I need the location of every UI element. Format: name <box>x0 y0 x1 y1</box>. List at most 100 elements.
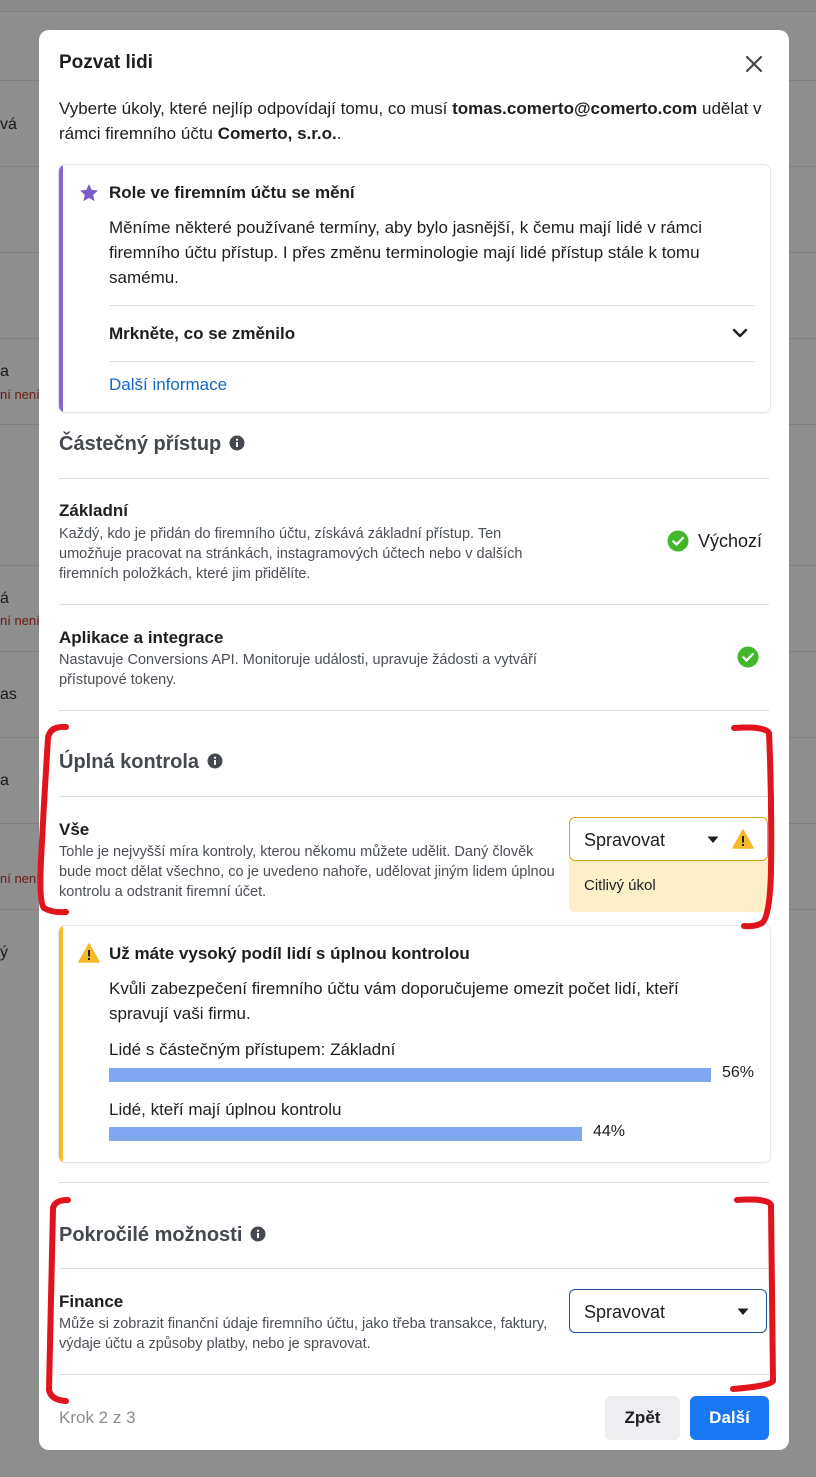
sensitive-task-note: Citlivý úkol <box>569 860 768 912</box>
close-icon <box>745 55 763 73</box>
background-row-divider <box>0 338 40 339</box>
background-row-divider <box>788 80 816 81</box>
share-bar-label: Lidé s částečným přístupem: Základní <box>109 1040 396 1059</box>
share-bar-fill <box>109 1127 582 1141</box>
notice-body: Měníme některé používané termíny, aby by… <box>109 218 703 287</box>
background-row-divider <box>788 565 816 566</box>
select-value: Spravovat <box>584 830 666 850</box>
divider <box>59 1268 769 1269</box>
info-icon[interactable] <box>207 753 223 769</box>
intro-text: . <box>336 124 342 143</box>
info-icon[interactable] <box>229 435 245 451</box>
background-row-warning: ní není <box>0 613 40 628</box>
section-heading-text: Pokročilé možnosti <box>59 1224 243 1246</box>
share-bar-percent: 44% <box>593 1123 626 1140</box>
background-row-divider <box>788 737 816 738</box>
background-row-divider <box>788 823 816 824</box>
background-row-divider <box>788 166 816 167</box>
divider <box>59 1182 769 1183</box>
full-control-permission-select[interactable]: Spravovat <box>569 817 768 861</box>
background-row-divider <box>0 909 40 910</box>
permission-apps-title: Aplikace a integrace <box>59 628 224 647</box>
what-changed-expander[interactable]: Mrkněte, co se změnilo <box>109 306 754 361</box>
finance-permission-select[interactable]: Spravovat <box>569 1289 767 1333</box>
divider <box>109 361 754 362</box>
background-row-divider <box>0 651 40 652</box>
divider <box>59 604 769 605</box>
background-row-divider <box>788 909 816 910</box>
background-row-divider <box>0 80 40 81</box>
permission-all-title: Vše <box>59 820 90 839</box>
share-bar-label: Lidé, kteří mají úplnou kontrolu <box>109 1100 342 1119</box>
step-indicator: Krok 2 z 3 <box>59 1408 136 1427</box>
background-row-text: a <box>0 363 9 380</box>
advanced-options-heading: Pokročilé možnosti <box>59 1224 266 1247</box>
notice-title: Role ve firemním účtu se mění <box>109 183 355 202</box>
background-row-text: ý <box>0 944 8 961</box>
background-topbar <box>0 0 816 12</box>
permission-apps-description: Nastavuje Conversions API. Monitoruje ud… <box>59 652 537 688</box>
background-row-divider <box>0 565 40 566</box>
divider <box>59 710 769 711</box>
warning-accent-bar <box>59 926 63 1162</box>
background-row-divider <box>0 252 40 253</box>
permission-finance-description: Může si zobrazit finanční údaje firemníh… <box>59 1316 548 1352</box>
background-row-divider <box>0 166 40 167</box>
check-circle-icon <box>667 530 689 552</box>
close-button[interactable] <box>739 50 769 78</box>
warning-icon <box>732 829 754 849</box>
background-row-divider <box>0 823 40 824</box>
chevron-down-icon <box>732 328 748 338</box>
dialog-intro: Vyberte úkoly, které nejlíp odpovídají t… <box>59 96 769 146</box>
back-button[interactable]: Zpět <box>605 1396 680 1440</box>
roles-change-notice: Role ve firemním účtu se mění Měníme něk… <box>59 165 770 412</box>
background-row-divider <box>0 737 40 738</box>
invite-people-dialog: Pozvat lidi Vyberte úkoly, které nejlíp … <box>39 30 789 1450</box>
background-row-divider <box>788 424 816 425</box>
partial-access-heading: Částečný přístup <box>59 433 245 456</box>
default-status-label: Výchozí <box>698 531 763 551</box>
select-value: Spravovat <box>584 1302 666 1322</box>
invitee-email: tomas.comerto@comerto.com <box>452 99 698 118</box>
warning-body: Kvůli zabezpečení firemního účtu vám dop… <box>109 979 679 1023</box>
background-row-text: á <box>0 590 9 607</box>
background-row-divider <box>788 338 816 339</box>
share-bar-fill <box>109 1068 711 1082</box>
star-icon <box>80 184 98 202</box>
sensitive-task-label: Citlivý úkol <box>584 877 656 894</box>
divider <box>59 796 769 797</box>
full-control-heading: Úplná kontrola <box>59 751 223 774</box>
background-row-text: a <box>0 772 9 789</box>
notice-accent-bar <box>59 165 63 412</box>
warning-icon <box>78 943 100 963</box>
background-row-divider <box>0 424 40 425</box>
permission-finance-title: Finance <box>59 1292 124 1311</box>
warning-title: Už máte vysoký podíl lidí s úplnou kontr… <box>109 944 470 963</box>
permission-basic-title: Základní <box>59 501 128 520</box>
info-icon[interactable] <box>250 1226 266 1242</box>
permission-all-description: Tohle je nejvyšší míra kontroly, kterou … <box>59 844 555 900</box>
caret-down-icon <box>707 836 719 843</box>
share-bar-percent: 56% <box>722 1064 755 1081</box>
background-row-text: as <box>0 686 17 703</box>
background-row-warning: ní není <box>0 387 40 402</box>
full-control-share-warning: Už máte vysoký podíl lidí s úplnou kontr… <box>59 926 770 1162</box>
permission-basic-description: Každý, kdo je přidán do firemního účtu, … <box>59 526 523 582</box>
company-name: Comerto, s.r.o. <box>217 124 337 143</box>
caret-down-icon <box>737 1308 749 1315</box>
divider <box>59 478 769 479</box>
expander-label: Mrkněte, co se změnilo <box>109 324 296 343</box>
share-bar <box>109 1068 711 1082</box>
background-row-divider <box>788 252 816 253</box>
section-heading-text: Částečný přístup <box>59 433 222 455</box>
check-circle-icon <box>737 646 759 668</box>
section-heading-text: Úplná kontrola <box>59 751 200 773</box>
background-row-divider <box>788 651 816 652</box>
more-info-link[interactable]: Další informace <box>109 375 227 395</box>
background-row-warning: ní není <box>0 871 40 886</box>
divider <box>59 1374 769 1375</box>
next-button[interactable]: Další <box>690 1396 769 1440</box>
dialog-title: Pozvat lidi <box>59 52 153 73</box>
intro-text: Vyberte úkoly, které nejlíp odpovídají t… <box>59 99 453 118</box>
background-row-text: vá <box>0 116 17 133</box>
